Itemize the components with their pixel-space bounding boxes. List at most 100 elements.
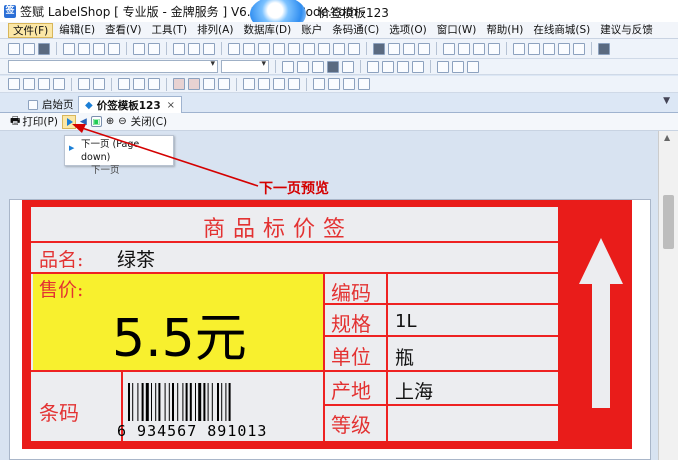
page-view-icon[interactable]: ▣ — [90, 116, 102, 127]
bold-icon[interactable] — [282, 60, 294, 73]
zoom-page-icon[interactable] — [558, 42, 570, 55]
menu-help[interactable]: 帮助(H) — [482, 23, 527, 38]
distribute-h-icon[interactable] — [78, 78, 90, 90]
menu-tools[interactable]: 工具(T) — [147, 23, 191, 38]
same-size-icon[interactable] — [148, 78, 160, 90]
preview-icon[interactable] — [188, 42, 200, 55]
menu-edit[interactable]: 编辑(E) — [55, 23, 99, 38]
menu-database[interactable]: 数据库(D) — [239, 23, 295, 38]
font-name-select[interactable] — [8, 59, 218, 73]
text-tool-icon[interactable] — [243, 42, 255, 55]
next-page-button[interactable] — [61, 114, 76, 129]
tab-list-chevron-icon[interactable]: ▼ — [663, 96, 670, 106]
ellipse-tool-icon[interactable] — [288, 42, 300, 55]
align-center-icon[interactable] — [382, 60, 394, 73]
grid-icon[interactable] — [343, 78, 355, 90]
scroll-thumb[interactable] — [663, 195, 674, 249]
menu-arrange[interactable]: 排列(A) — [193, 23, 237, 38]
font-effect-icon[interactable] — [342, 60, 354, 73]
lock-icon[interactable] — [313, 78, 325, 90]
toolbar-separator — [126, 42, 127, 55]
page-setup-icon[interactable] — [173, 42, 185, 55]
table-icon[interactable] — [403, 42, 415, 55]
zoom-width-icon[interactable] — [573, 42, 585, 55]
italic-icon[interactable] — [297, 60, 309, 73]
zoom-in-icon[interactable]: ⊕ — [106, 116, 114, 127]
print-button[interactable]: 🖶 打印(P) — [10, 112, 58, 131]
align-objects-top-icon[interactable] — [53, 78, 65, 90]
font-color-icon[interactable] — [327, 60, 339, 73]
image-tool-icon[interactable] — [303, 42, 315, 55]
tab-close-icon[interactable]: × — [167, 100, 175, 111]
same-height-icon[interactable] — [133, 78, 145, 90]
rfid-tool-icon[interactable] — [348, 42, 360, 55]
rotate-right-icon[interactable] — [258, 78, 270, 90]
rotate-left-icon[interactable] — [243, 78, 255, 90]
text-wrap-icon[interactable] — [452, 60, 464, 73]
same-width-icon[interactable] — [118, 78, 130, 90]
record-icon[interactable] — [373, 42, 385, 55]
align-objects-center-icon[interactable] — [23, 78, 35, 90]
up-arrow-icon — [579, 238, 623, 408]
menu-file[interactable]: 文件(F) — [8, 22, 54, 38]
snap-icon[interactable] — [358, 78, 370, 90]
line-tool-icon[interactable] — [258, 42, 270, 55]
zoom-out-icon[interactable]: ⊖ — [118, 116, 126, 127]
prev-record-icon[interactable] — [458, 42, 470, 55]
last-record-icon[interactable] — [488, 42, 500, 55]
next-record-icon[interactable] — [473, 42, 485, 55]
new-icon[interactable] — [8, 42, 20, 55]
tab-start-page[interactable]: 启始页 — [22, 96, 80, 113]
paste-icon[interactable] — [93, 42, 105, 55]
menu-feedback[interactable]: 建议与反馈 — [596, 23, 657, 38]
cut-icon[interactable] — [63, 42, 75, 55]
barcode-tool-icon[interactable] — [318, 42, 330, 55]
distribute-v-icon[interactable] — [93, 78, 105, 90]
prev-page-icon[interactable]: ◀ — [80, 117, 87, 127]
group-icon[interactable] — [203, 78, 215, 90]
redo-icon[interactable] — [148, 42, 160, 55]
align-justify-icon[interactable] — [412, 60, 424, 73]
font-size-select[interactable] — [221, 59, 269, 73]
close-preview-button[interactable]: 关闭(C) — [131, 114, 168, 129]
next-page-tooltip: ▶ 下一页 (Page down) 下一页 — [64, 135, 174, 176]
select-tool-icon[interactable] — [228, 42, 240, 55]
undo-icon[interactable] — [133, 42, 145, 55]
menu-barcode[interactable]: 条码通(C) — [328, 23, 383, 38]
zoom-in-icon[interactable] — [513, 42, 525, 55]
menu-options[interactable]: 选项(O) — [385, 23, 430, 38]
send-back-icon[interactable] — [188, 78, 200, 90]
bring-front-icon[interactable] — [173, 78, 185, 90]
menu-view[interactable]: 查看(V) — [101, 23, 145, 38]
copy-icon[interactable] — [78, 42, 90, 55]
save-icon[interactable] — [38, 42, 50, 55]
align-left-icon[interactable] — [367, 60, 379, 73]
ungroup-icon[interactable] — [218, 78, 230, 90]
unlock-icon[interactable] — [328, 78, 340, 90]
open-icon[interactable] — [23, 42, 35, 55]
qrcode-tool-icon[interactable] — [333, 42, 345, 55]
align-right-icon[interactable] — [397, 60, 409, 73]
print-icon[interactable] — [203, 42, 215, 55]
underline-icon[interactable] — [312, 60, 324, 73]
delete-icon[interactable] — [108, 42, 120, 55]
flip-v-icon[interactable] — [288, 78, 300, 90]
zoom-fit-icon[interactable] — [543, 42, 555, 55]
zoom-out-icon[interactable] — [528, 42, 540, 55]
align-objects-right-icon[interactable] — [38, 78, 50, 90]
rect-tool-icon[interactable] — [273, 42, 285, 55]
first-record-icon[interactable] — [443, 42, 455, 55]
database-icon[interactable] — [388, 42, 400, 55]
tab-price-template[interactable]: ◆ 价签模板123 × — [78, 96, 182, 113]
help-icon[interactable] — [598, 42, 610, 55]
align-objects-left-icon[interactable] — [8, 78, 20, 90]
flip-h-icon[interactable] — [273, 78, 285, 90]
vertical-scrollbar[interactable]: ▲ — [658, 131, 678, 460]
list-icon[interactable] — [418, 42, 430, 55]
menu-shop[interactable]: 在线商城(S) — [529, 23, 594, 38]
menu-account[interactable]: 账户 — [297, 23, 326, 38]
text-box-icon[interactable] — [437, 60, 449, 73]
scroll-up-icon[interactable]: ▲ — [664, 133, 670, 142]
menu-window[interactable]: 窗口(W) — [433, 23, 481, 38]
text-properties-icon[interactable] — [467, 60, 479, 73]
